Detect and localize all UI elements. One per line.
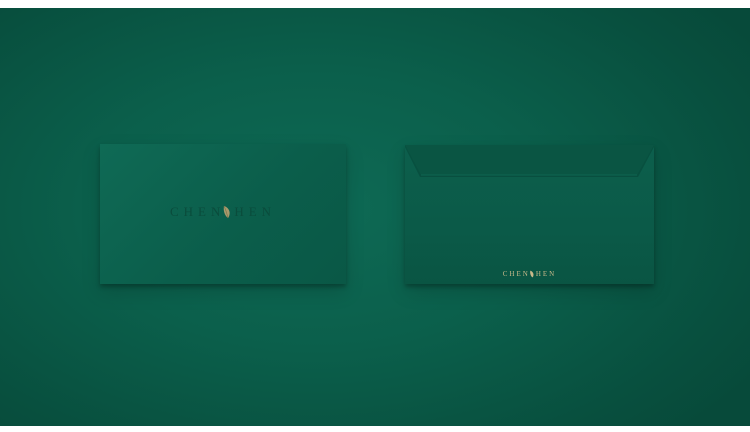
leaf-icon bbox=[529, 270, 535, 278]
envelope-back: CHEN HEN bbox=[405, 145, 654, 284]
logo-text-right: HEN bbox=[234, 204, 277, 219]
envelope-flap bbox=[405, 145, 654, 179]
leaf-icon bbox=[222, 205, 232, 219]
logo-text-left: CHEN bbox=[502, 270, 530, 278]
backdrop: CHEN HEN CHEN HEN bbox=[0, 8, 750, 426]
envelope-back-logo: CHEN HEN bbox=[405, 269, 654, 279]
logo-text-right: HEN bbox=[535, 270, 557, 278]
envelope-front-logo: CHEN HEN bbox=[100, 202, 346, 222]
logo-text-left: CHEN bbox=[169, 204, 226, 219]
envelope-front: CHEN HEN bbox=[100, 144, 346, 284]
